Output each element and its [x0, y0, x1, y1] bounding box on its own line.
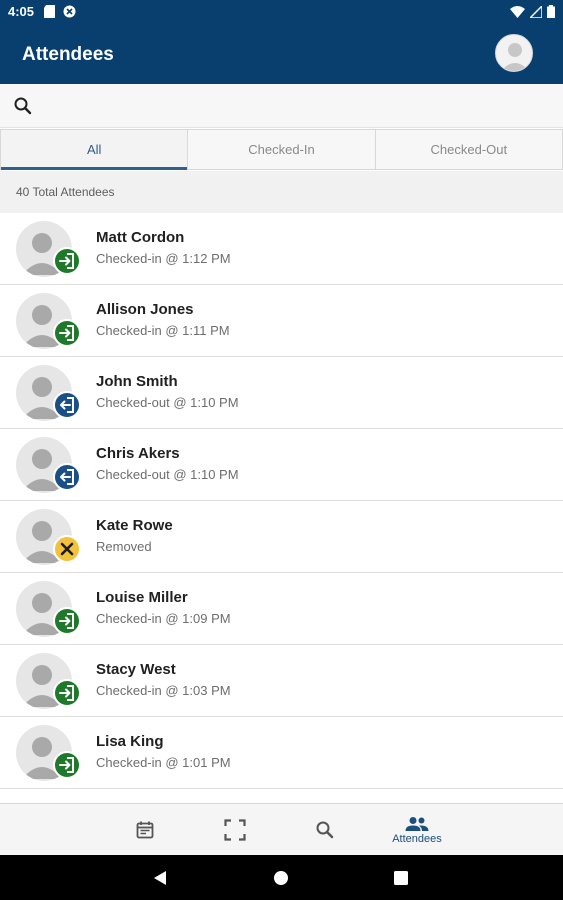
attendee-name: Kate Rowe — [96, 517, 173, 534]
tab-checked-out[interactable]: Checked-Out — [375, 129, 563, 170]
recents-icon — [394, 871, 408, 885]
bottom-nav: Attendees — [0, 803, 563, 855]
attendee-name: Matt Cordon — [96, 229, 185, 246]
attendee-status: Checked-in @ 1:12 PM — [96, 251, 231, 266]
attendee-row[interactable]: Matt Cordon Checked-in @ 1:12 PM — [0, 213, 563, 285]
sd-card-icon — [44, 5, 55, 23]
tab-checked-in[interactable]: Checked-In — [188, 129, 376, 170]
tab-all[interactable]: All — [0, 129, 189, 170]
profile-avatar-button[interactable] — [495, 34, 533, 72]
attendee-row[interactable]: Allison Jones Checked-in @ 1:11 PM — [0, 285, 563, 357]
calendar-icon — [136, 821, 154, 839]
attendee-row[interactable]: Chris Akers Checked-out @ 1:10 PM — [0, 429, 563, 501]
attendee-row[interactable]: Kate Rowe Removed — [0, 501, 563, 573]
home-icon — [274, 871, 288, 885]
checked-in-icon — [53, 751, 81, 779]
attendee-count-bar: 40 Total Attendees — [0, 171, 563, 213]
search-bar — [0, 84, 563, 128]
status-time: 4:05 — [8, 4, 35, 19]
attendee-list[interactable]: Matt Cordon Checked-in @ 1:12 PM Allison J… — [0, 213, 563, 803]
attendee-row[interactable]: Louise Miller Checked-in @ 1:09 PM — [0, 573, 563, 645]
nav-attendees-label: Attendees — [392, 832, 442, 845]
back-button[interactable] — [149, 867, 171, 889]
checked-in-icon — [53, 319, 81, 347]
attendee-name: Louise Miller — [96, 589, 188, 606]
attendee-row[interactable]: Lisa King Checked-in @ 1:01 PM — [0, 717, 563, 789]
nav-scan[interactable] — [190, 804, 280, 856]
attendee-status: Checked-out @ 1:10 PM — [96, 467, 239, 482]
back-icon — [154, 871, 166, 885]
home-button[interactable] — [270, 867, 292, 889]
attendee-status: Removed — [96, 539, 152, 554]
people-icon — [405, 816, 429, 831]
status-bar: 4:05 — [0, 0, 563, 24]
app-bar: Attendees — [0, 24, 563, 84]
checked-in-icon — [53, 679, 81, 707]
attendee-name: John Smith — [96, 373, 178, 390]
checked-in-icon — [53, 607, 81, 635]
page-title: Attendees — [22, 44, 114, 65]
attendee-status: Checked-in @ 1:01 PM — [96, 755, 231, 770]
search-icon[interactable] — [13, 96, 33, 121]
total-attendees-count: 40 Total Attendees — [16, 185, 115, 199]
removed-icon — [53, 535, 81, 563]
search-input[interactable] — [44, 92, 544, 120]
attendee-status: Checked-out @ 1:10 PM — [96, 395, 239, 410]
attendee-row[interactable]: Stacy West Checked-in @ 1:03 PM — [0, 645, 563, 717]
signal-icon — [528, 4, 543, 23]
attendee-status: Checked-in @ 1:11 PM — [96, 323, 230, 338]
nav-calendar[interactable] — [100, 804, 190, 856]
system-nav-bar — [0, 855, 563, 900]
search-icon — [316, 821, 334, 839]
attendee-row[interactable]: John Smith Checked-out @ 1:10 PM — [0, 357, 563, 429]
checked-in-icon — [53, 247, 81, 275]
attendee-status: Checked-in @ 1:03 PM — [96, 683, 231, 698]
attendee-name: Chris Akers — [96, 445, 180, 462]
filter-tabs: All Checked-In Checked-Out — [0, 129, 563, 170]
attendee-name: Stacy West — [96, 661, 176, 678]
battery-icon — [547, 5, 555, 23]
wifi-icon — [510, 5, 525, 23]
recents-button[interactable] — [390, 867, 412, 889]
nav-attendees[interactable]: Attendees — [372, 804, 462, 856]
attendee-status: Checked-in @ 1:09 PM — [96, 611, 231, 626]
scan-icon — [224, 819, 246, 841]
checked-out-icon — [53, 391, 81, 419]
nav-search[interactable] — [280, 804, 370, 856]
checked-out-icon — [53, 463, 81, 491]
attendee-name: Allison Jones — [96, 301, 194, 318]
sync-icon — [63, 5, 76, 23]
attendee-name: Lisa King — [96, 733, 164, 750]
